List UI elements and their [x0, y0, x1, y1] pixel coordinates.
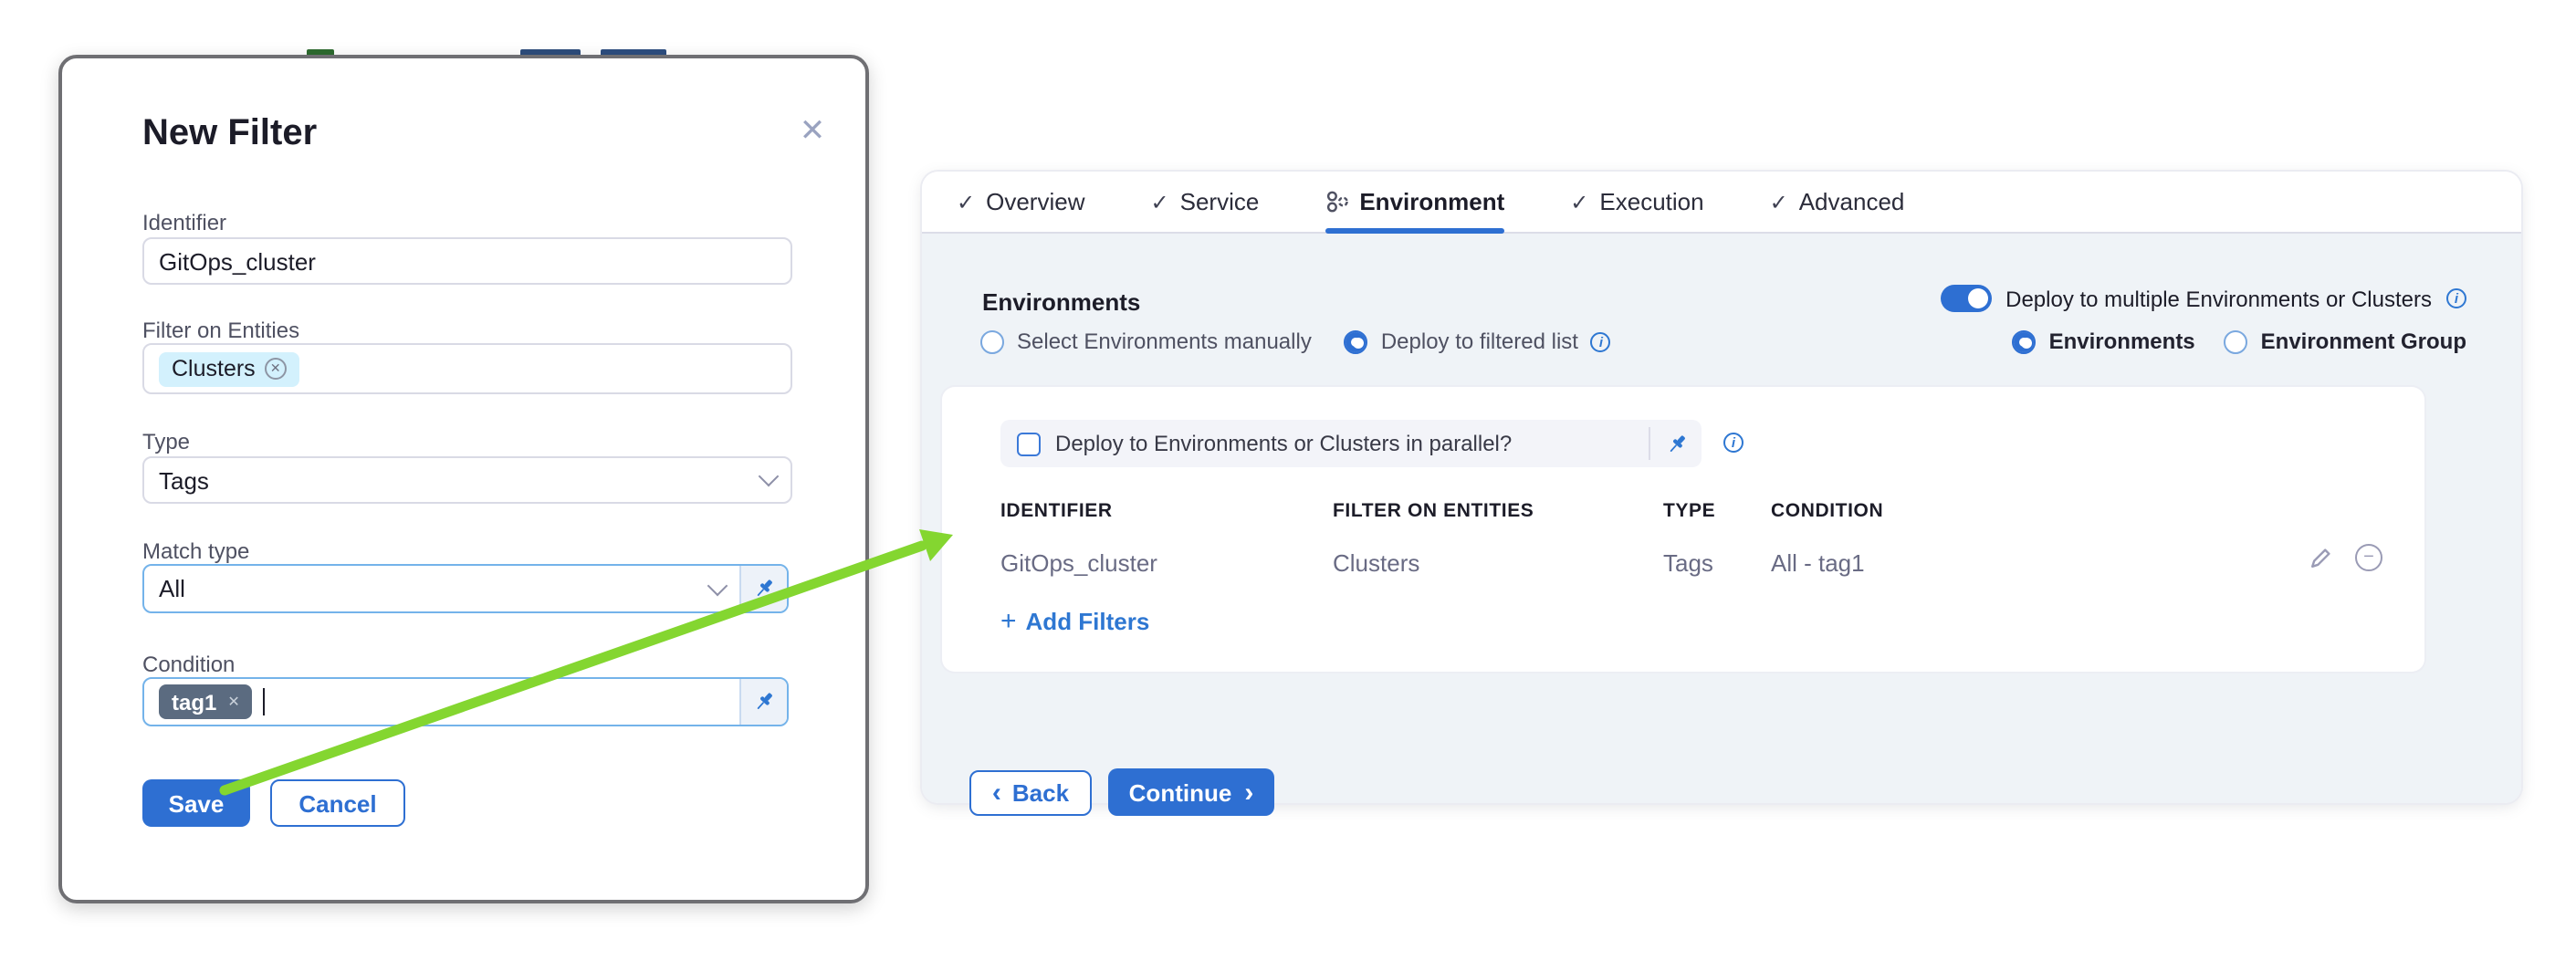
runtime-input-pin-button[interactable]	[1650, 432, 1702, 455]
radio-icon	[2225, 329, 2248, 353]
pin-icon	[752, 577, 776, 600]
identifier-input[interactable]: GitOps_cluster	[142, 237, 792, 285]
info-icon[interactable]: i	[1591, 331, 1611, 351]
filters-card: Deploy to Environments or Clusters in pa…	[942, 387, 2424, 672]
match-type-value: All	[159, 575, 185, 602]
column-header-condition: CONDITION	[1771, 500, 1883, 522]
back-button[interactable]: ‹ Back	[969, 770, 1092, 816]
tab-label: Environment	[1359, 188, 1504, 215]
filter-on-entities-label: Filter on Entities	[142, 318, 299, 343]
chevron-left-icon: ‹	[992, 779, 1001, 807]
check-icon: ✓	[1570, 189, 1588, 214]
remove-row-icon[interactable]: −	[2355, 544, 2382, 571]
row-actions: −	[2308, 544, 2382, 571]
tab-service[interactable]: ✓ Service	[1151, 172, 1260, 232]
multi-environment-toggle-row: Deploy to multiple Environments or Clust…	[1940, 285, 2466, 312]
toggle-label: Deploy to multiple Environments or Clust…	[2005, 286, 2432, 311]
radio-deploy-to-filtered-list[interactable]: Deploy to filtered list i	[1345, 329, 1611, 354]
modal-title: New Filter	[142, 113, 317, 155]
tag1-chip[interactable]: tag1 ✕	[159, 684, 253, 719]
row-identifier: GitOps_cluster	[1000, 549, 1157, 577]
chip-remove-icon[interactable]: ✕	[227, 694, 239, 710]
match-type-select[interactable]: All	[142, 564, 789, 613]
clusters-chip-label: Clusters	[172, 356, 256, 381]
tab-advanced[interactable]: ✓ Advanced	[1770, 172, 1905, 232]
radio-label: Environments	[2049, 329, 2195, 354]
stage-tabbar: ✓ Overview ✓ Service Environment ✓	[922, 172, 2521, 234]
plus-icon: +	[1000, 606, 1017, 637]
type-label: Type	[142, 429, 190, 454]
tab-environment[interactable]: Environment	[1325, 172, 1504, 232]
condition-input[interactable]: tag1 ✕	[142, 677, 789, 726]
continue-label: Continue	[1129, 778, 1232, 806]
info-icon[interactable]: i	[1723, 433, 1744, 453]
screenshot-stage: New Filter ✕ Identifier GitOps_cluster F…	[0, 0, 2576, 971]
continue-button[interactable]: Continue ›	[1108, 768, 1274, 816]
type-value: Tags	[159, 466, 209, 494]
environment-tab-body: Environments Select Environments manuall…	[922, 234, 2521, 803]
radio-select-environments-manually[interactable]: Select Environments manually	[980, 329, 1312, 354]
tag1-chip-label: tag1	[172, 689, 216, 715]
pin-icon	[1664, 432, 1688, 455]
column-header-identifier: IDENTIFIER	[1000, 500, 1113, 522]
chevron-down-icon	[759, 466, 780, 487]
toggle-knob	[1967, 288, 1987, 308]
check-icon: ✓	[957, 189, 975, 214]
match-type-label: Match type	[142, 538, 249, 564]
tab-overview[interactable]: ✓ Overview	[957, 172, 1085, 232]
tab-label: Service	[1180, 188, 1260, 215]
info-icon[interactable]: i	[2446, 288, 2466, 308]
close-icon[interactable]: ✕	[791, 110, 834, 153]
row-condition: All - tag1	[1771, 549, 1865, 577]
radio-environments[interactable]: Environments	[2013, 329, 2195, 354]
radio-icon	[2013, 329, 2037, 353]
add-filters-label: Add Filters	[1026, 608, 1150, 635]
runtime-input-pin-button[interactable]	[739, 566, 787, 611]
tab-label: Execution	[1599, 188, 1703, 215]
radio-icon	[1345, 329, 1368, 353]
identifier-value: GitOps_cluster	[159, 247, 316, 275]
radio-label: Deploy to filtered list	[1381, 329, 1578, 354]
radio-environment-group[interactable]: Environment Group	[2225, 329, 2466, 354]
row-filter-on-entities: Clusters	[1333, 549, 1419, 577]
back-label: Back	[1012, 779, 1069, 807]
identifier-label: Identifier	[142, 210, 226, 235]
chevron-right-icon: ›	[1244, 778, 1253, 806]
radio-icon	[980, 329, 1004, 353]
parallel-checkbox[interactable]	[1017, 432, 1041, 455]
tab-execution[interactable]: ✓ Execution	[1570, 172, 1703, 232]
environment-mode-radios: Select Environments manually Deploy to f…	[980, 329, 1611, 354]
save-button[interactable]: Save	[142, 779, 250, 827]
column-header-type: TYPE	[1663, 500, 1715, 522]
row-type: Tags	[1663, 549, 1713, 577]
environment-target-radios: Environments Environment Group	[2013, 329, 2466, 354]
parallel-label: Deploy to Environments or Clusters in pa…	[1055, 431, 1649, 456]
add-filters-link[interactable]: + Add Filters	[1000, 606, 1149, 637]
clusters-chip[interactable]: Clusters ✕	[159, 351, 299, 386]
pin-icon	[752, 690, 776, 714]
radio-label: Environment Group	[2261, 329, 2466, 354]
chevron-down-icon	[707, 575, 728, 596]
radio-label: Select Environments manually	[1017, 329, 1312, 354]
runtime-input-pin-button[interactable]	[739, 679, 787, 725]
cancel-button[interactable]: Cancel	[270, 779, 405, 827]
type-select[interactable]: Tags	[142, 456, 792, 504]
environment-icon	[1325, 190, 1348, 214]
chip-remove-icon[interactable]: ✕	[265, 358, 287, 380]
deploy-multiple-toggle[interactable]	[1940, 285, 1991, 312]
pipeline-stage-panel: ✓ Overview ✓ Service Environment ✓	[922, 172, 2521, 803]
check-icon: ✓	[1151, 189, 1169, 214]
edit-pencil-icon[interactable]	[2308, 545, 2333, 570]
deploy-parallel-bar: Deploy to Environments or Clusters in pa…	[1000, 420, 1702, 467]
new-filter-modal: New Filter ✕ Identifier GitOps_cluster F…	[58, 55, 869, 903]
environments-heading: Environments	[982, 288, 1140, 316]
tab-label: Advanced	[1799, 188, 1905, 215]
text-cursor	[264, 688, 266, 715]
tab-label: Overview	[986, 188, 1084, 215]
filter-on-entities-input[interactable]: Clusters ✕	[142, 343, 792, 394]
column-header-filter-on-entities: FILTER ON ENTITIES	[1333, 500, 1534, 522]
check-icon: ✓	[1770, 189, 1788, 214]
condition-label: Condition	[142, 652, 235, 677]
